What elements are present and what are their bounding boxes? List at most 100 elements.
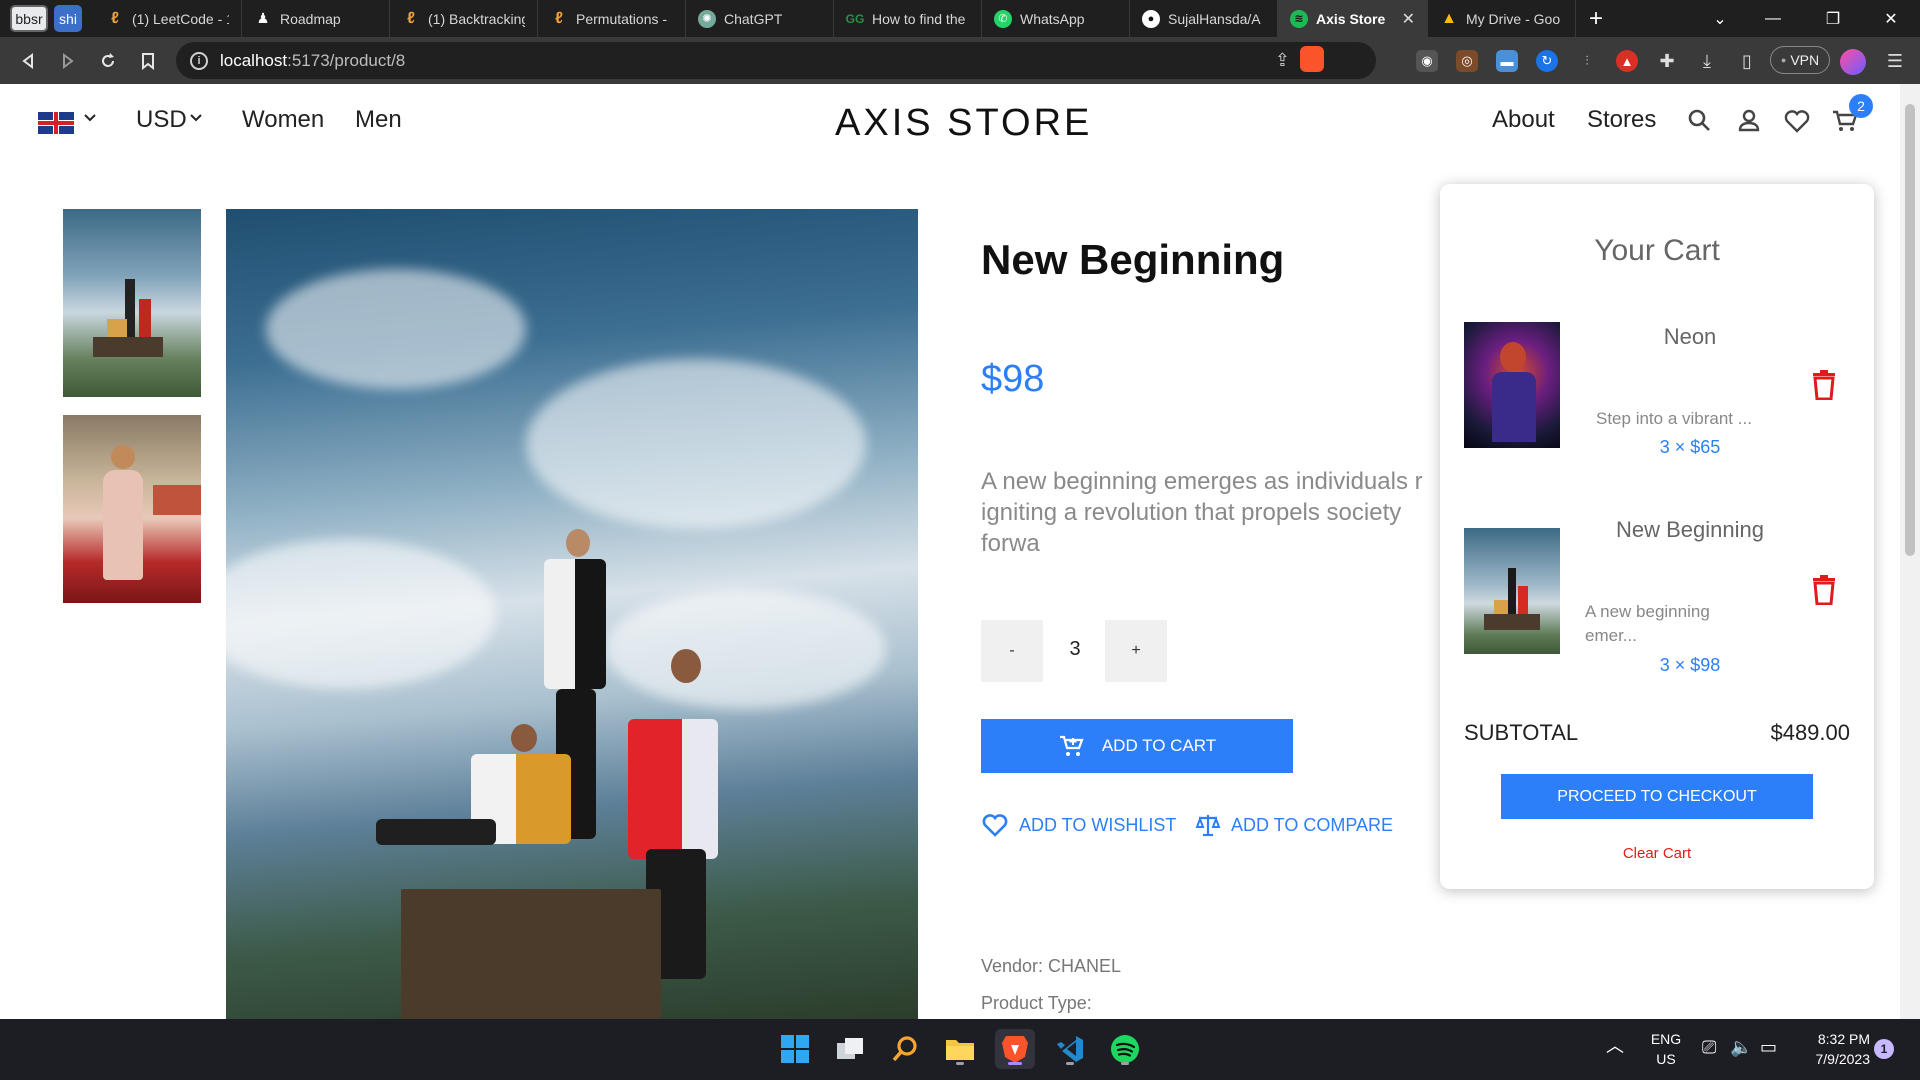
leetcode-icon: ℓ: [555, 9, 563, 27]
sidebar-toggle-icon[interactable]: ▯: [1736, 50, 1758, 72]
quantity-decrease-button[interactable]: -: [981, 620, 1043, 682]
address-bar[interactable]: i localhost:5173/product/8 ⇪: [176, 42, 1376, 79]
task-view-icon[interactable]: [830, 1029, 870, 1069]
currency-selector[interactable]: USD: [136, 106, 187, 134]
proceed-to-checkout-button[interactable]: PROCEED TO CHECKOUT: [1501, 774, 1813, 819]
chevron-down-icon[interactable]: [188, 110, 204, 129]
new-tab-button[interactable]: +: [1576, 5, 1616, 33]
folder-icon[interactable]: ▬: [1496, 50, 1518, 72]
close-tab-icon[interactable]: ✕: [1402, 9, 1415, 29]
brave-browser-icon[interactable]: [995, 1029, 1035, 1069]
pinned-tab-bbsr[interactable]: bbsr: [10, 5, 48, 32]
cart-item-name: New Beginning: [1616, 517, 1764, 542]
tab-roadmap[interactable]: ♟ Roadmap: [242, 0, 390, 37]
profile-avatar[interactable]: [1840, 49, 1866, 75]
bookmark-button[interactable]: [128, 41, 168, 81]
nav-men[interactable]: Men: [355, 106, 402, 134]
extension-red-icon[interactable]: ▲: [1616, 50, 1638, 72]
chatgpt-icon: ✺: [698, 9, 716, 28]
nav-women[interactable]: Women: [242, 106, 324, 134]
add-to-cart-button[interactable]: ADD TO CART: [981, 719, 1293, 773]
nav-stores[interactable]: Stores: [1587, 106, 1656, 134]
tab-whatsapp[interactable]: ✆ WhatsApp: [982, 0, 1130, 37]
uk-flag-icon[interactable]: [38, 112, 74, 134]
wishlist-heart-icon[interactable]: [1782, 106, 1812, 136]
notification-badge[interactable]: 1: [1874, 1039, 1894, 1059]
tab-leetcode[interactable]: ℓ (1) LeetCode - 1: [94, 0, 242, 37]
volume-icon[interactable]: 🔈: [1730, 1037, 1752, 1057]
brave-shields-icon[interactable]: [1300, 46, 1324, 72]
close-window-button[interactable]: ✕: [1865, 0, 1917, 37]
add-cart-icon: [1059, 735, 1084, 756]
battery-icon[interactable]: ▭: [1760, 1037, 1777, 1057]
tab-search-chevron-icon[interactable]: ⌄: [1694, 0, 1746, 37]
tab-label: SujalHansda/A: [1168, 10, 1261, 27]
reload-button[interactable]: [88, 41, 128, 81]
minimize-button[interactable]: —: [1747, 0, 1799, 37]
product-thumbnail-2[interactable]: [63, 415, 201, 603]
running-indicator: [956, 1062, 964, 1065]
clock-date: 7/9/2023: [1815, 1051, 1871, 1067]
add-to-compare-link[interactable]: ADD TO COMPARE: [1195, 812, 1393, 838]
product-main-image: [226, 209, 918, 1019]
cart-item-image[interactable]: [1464, 528, 1560, 654]
vscode-icon[interactable]: [1050, 1029, 1090, 1069]
menu-hamburger-icon[interactable]: ☰: [1884, 50, 1906, 72]
tray-chevron-up-icon[interactable]: ︿: [1606, 1036, 1624, 1056]
store-logo[interactable]: AXIS STORE: [835, 102, 1092, 145]
tab-label: How to find the: [872, 10, 966, 27]
vpn-button[interactable]: ● VPN: [1770, 46, 1830, 74]
cart-title: Your Cart: [1594, 234, 1720, 267]
windows-start-icon[interactable]: [775, 1029, 815, 1069]
delete-item-icon[interactable]: [1812, 575, 1836, 605]
user-account-icon[interactable]: [1734, 106, 1764, 136]
tab-github[interactable]: ● SujalHansda/A: [1130, 0, 1278, 37]
search-icon[interactable]: [1685, 106, 1715, 136]
share-icon[interactable]: ⇪: [1275, 50, 1290, 71]
tab-label: Axis Store: [1316, 10, 1386, 27]
url-path: :5173/product/8: [287, 50, 406, 70]
pinned-tab-label: bbsr: [15, 10, 43, 27]
tab-chatgpt[interactable]: ✺ ChatGPT: [686, 0, 834, 37]
spotify-app-icon[interactable]: [1105, 1029, 1145, 1069]
language-line-2: US: [1656, 1051, 1676, 1067]
tab-gfg[interactable]: GG How to find the: [834, 0, 982, 37]
extensions-puzzle-icon[interactable]: ✚: [1656, 50, 1678, 72]
quantity-increase-button[interactable]: +: [1105, 620, 1167, 682]
quantity-value: 3: [1069, 638, 1081, 660]
extension-blue-icon[interactable]: ↻: [1536, 50, 1558, 72]
clock[interactable]: 8:32 PM 7/9/2023: [1798, 1029, 1871, 1069]
delete-item-icon[interactable]: [1812, 370, 1836, 400]
extension-icon[interactable]: ◉: [1416, 50, 1438, 72]
site-info-icon[interactable]: i: [190, 51, 208, 70]
url-host: localhost: [220, 50, 288, 70]
tab-backtracking[interactable]: ℓ (1) Backtracking: [390, 0, 538, 37]
extension-tool-icon[interactable]: ⫶: [1576, 50, 1598, 72]
cart-item-qty-price: 3 × $98: [1659, 655, 1721, 675]
forward-button[interactable]: [48, 41, 88, 81]
cart-item-name: Neon: [1663, 324, 1717, 349]
extension-owl-icon[interactable]: ◎: [1456, 50, 1478, 72]
tab-my-drive[interactable]: ▲ My Drive - Goo: [1428, 0, 1576, 37]
scrollbar-thumb[interactable]: [1905, 104, 1915, 556]
tab-axis-store[interactable]: ≋ Axis Store ✕: [1278, 0, 1428, 37]
download-icon[interactable]: ⤓: [1696, 50, 1718, 72]
tab-permutations[interactable]: ℓ Permutations -: [538, 0, 686, 37]
whatsapp-icon: ✆: [994, 9, 1012, 28]
browser-tab-strip: bbsr shi ℓ (1) LeetCode - 1 ♟ Roadmap ℓ …: [0, 0, 1920, 37]
nav-about[interactable]: About: [1492, 106, 1555, 134]
search-taskbar-icon[interactable]: [885, 1029, 925, 1069]
add-to-wishlist-link[interactable]: ADD TO WISHLIST: [981, 812, 1176, 838]
language-indicator[interactable]: ENG US: [1648, 1029, 1684, 1069]
product-thumbnail-1[interactable]: [63, 209, 201, 397]
network-icon[interactable]: ⎚: [1702, 1037, 1716, 1057]
file-explorer-icon[interactable]: [940, 1029, 980, 1069]
running-indicator: [1121, 1062, 1129, 1065]
back-button[interactable]: [8, 41, 48, 81]
cart-dropdown: Your Cart Neon Step into a vibrant ... 3…: [1440, 184, 1874, 889]
restore-button[interactable]: ❐: [1807, 0, 1859, 37]
cart-item-image[interactable]: [1464, 322, 1560, 448]
pinned-tab-shi[interactable]: shi: [54, 5, 82, 32]
chevron-down-icon[interactable]: [82, 110, 98, 129]
clear-cart-link[interactable]: Clear Cart: [1440, 845, 1874, 862]
